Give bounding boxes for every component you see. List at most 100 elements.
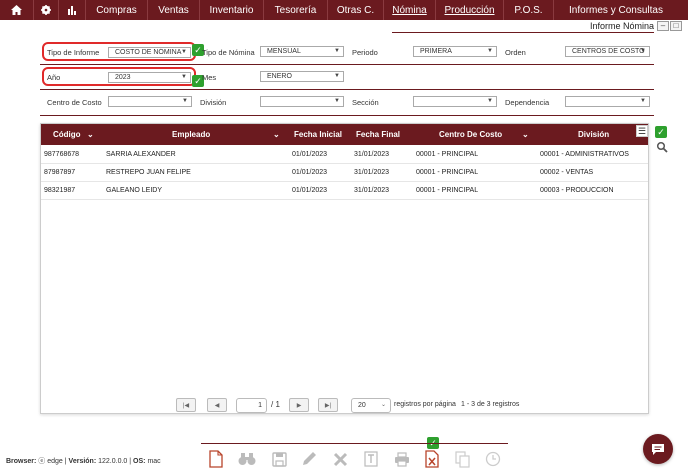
- last-page-button[interactable]: ▶|: [318, 398, 338, 412]
- bar-chart-icon[interactable]: [59, 0, 86, 20]
- tipo-informe-select[interactable]: COSTO DE NÓMINA ▼: [108, 47, 191, 58]
- filter-separator: [40, 115, 654, 116]
- excel-export-icon[interactable]: [423, 449, 441, 469]
- chevron-down-icon: ▼: [334, 73, 340, 79]
- prev-page-button[interactable]: ◀: [207, 398, 227, 412]
- chevron-down-icon: ▼: [181, 74, 187, 80]
- nav-pos[interactable]: P.O.S.: [504, 0, 554, 20]
- division-select[interactable]: ▼: [260, 96, 344, 107]
- chevron-down-icon: ▼: [487, 98, 493, 104]
- next-page-button[interactable]: ▶: [289, 398, 309, 412]
- records-summary: 1 - 3 de 3 registros: [461, 401, 520, 408]
- total-pages: / 1: [271, 400, 280, 409]
- version-value: 122.0.0.0: [98, 458, 128, 465]
- new-document-icon[interactable]: [207, 449, 225, 469]
- col-header-fecha-inicial[interactable]: Fecha Inicial: [294, 124, 342, 145]
- cell-division: 00002 - VENTAS: [540, 169, 594, 176]
- page-size-value: 20: [358, 402, 366, 409]
- cell-centro-costo: 00001 - PRINCIPAL: [416, 151, 479, 158]
- home-icon[interactable]: [0, 0, 34, 20]
- filter-separator: [40, 64, 654, 65]
- tipo-nomina-select[interactable]: MENSUAL ▼: [260, 46, 344, 57]
- cell-centro-costo: 00001 - PRINCIPAL: [416, 169, 479, 176]
- orden-select[interactable]: CENTROS DE COSTO ▼: [565, 46, 650, 57]
- cell-codigo: 987768678: [44, 151, 80, 158]
- nav-nomina-label: Nómina: [392, 4, 427, 16]
- centro-costo-label: Centro de Costo: [47, 98, 102, 107]
- col-header-codigo[interactable]: Código: [53, 124, 81, 145]
- col-header-empleado[interactable]: Empleado: [172, 124, 210, 145]
- chevron-down-icon: ⌄: [380, 402, 386, 408]
- centro-costo-select[interactable]: ▼: [108, 96, 192, 107]
- chevron-down-icon: ▼: [182, 98, 188, 104]
- dependencia-select[interactable]: ▼: [565, 96, 650, 107]
- page-title: Informe Nómina: [589, 21, 654, 31]
- nav-compras[interactable]: Compras: [86, 0, 148, 20]
- os-label: OS:: [133, 458, 146, 465]
- nav-otras-c[interactable]: Otras C.: [328, 0, 384, 20]
- delete-icon[interactable]: [331, 449, 349, 469]
- nav-informes-consultas[interactable]: Informes y Consultas: [554, 0, 678, 20]
- results-grid: Código ⌄ Empleado ⌄ Fecha Inicial Fecha …: [40, 123, 649, 414]
- history-icon[interactable]: [484, 449, 502, 469]
- gear-icon[interactable]: [34, 0, 59, 20]
- periodo-select[interactable]: PRIMERA ▼: [413, 46, 497, 57]
- browser-info: Browser: ⓔ edge | Versión: 122.0.0.0 | O…: [6, 458, 161, 465]
- nav-ventas[interactable]: Ventas: [148, 0, 200, 20]
- pencil-icon[interactable]: [300, 449, 318, 469]
- maximize-button[interactable]: □: [670, 21, 682, 31]
- orden-label: Orden: [505, 48, 526, 57]
- first-page-button[interactable]: |◀: [176, 398, 196, 412]
- filter-separator: [40, 89, 654, 90]
- chevron-down-icon: ▼: [181, 49, 187, 55]
- cell-fecha-inicial: 01/01/2023: [292, 151, 328, 158]
- chevron-down-icon[interactable]: ⌄: [87, 124, 94, 145]
- search-icon[interactable]: [656, 141, 668, 153]
- seccion-select[interactable]: ▼: [413, 96, 497, 107]
- browser-label: Browser:: [6, 458, 37, 465]
- periodo-value: PRIMERA: [420, 48, 452, 55]
- check-icon: ✓: [655, 126, 667, 138]
- tipo-nomina-label: Tipo de Nómina: [202, 48, 255, 57]
- save-icon[interactable]: [270, 449, 288, 469]
- tipo-informe-value: COSTO DE NÓMINA: [115, 49, 182, 56]
- tipo-nomina-value: MENSUAL: [267, 48, 301, 55]
- binoculars-icon[interactable]: [237, 449, 257, 469]
- dependencia-label: Dependencia: [505, 98, 550, 107]
- nav-nomina[interactable]: Nómina: [384, 0, 436, 20]
- toolbar-separator: [201, 443, 508, 444]
- page-input[interactable]: 1: [236, 398, 267, 413]
- mes-value: ENERO: [267, 73, 292, 80]
- page-size-select[interactable]: 20 ⌄: [351, 398, 391, 413]
- top-navbar: Compras Ventas Inventario Tesorería Otra…: [0, 0, 688, 20]
- nav-tesoreria[interactable]: Tesorería: [264, 0, 328, 20]
- version-label: Versión:: [68, 458, 97, 465]
- edge-icon: ⓔ: [38, 458, 46, 465]
- chevron-down-icon[interactable]: ⌄: [273, 124, 280, 145]
- cell-fecha-final: 31/01/2023: [354, 151, 390, 158]
- col-header-division[interactable]: División: [578, 124, 609, 145]
- anio-select[interactable]: 2023 ▼: [108, 72, 191, 83]
- copy-icon[interactable]: [453, 449, 471, 469]
- table-row[interactable]: 987768678 SARRIA ALEXANDER 01/01/2023 31…: [41, 146, 648, 164]
- nav-inventario[interactable]: Inventario: [200, 0, 264, 20]
- division-label: División: [200, 98, 227, 107]
- table-row[interactable]: 87987897 RESTREPO JUAN FELIPE 01/01/2023…: [41, 164, 648, 182]
- cell-empleado: GALEANO LEIDY: [106, 187, 163, 194]
- nav-produccion[interactable]: Producción: [436, 0, 504, 20]
- minimize-button[interactable]: –: [657, 21, 669, 31]
- chevron-down-icon: ▼: [334, 48, 340, 54]
- col-header-centro-costo[interactable]: Centro De Costo: [439, 124, 502, 145]
- column-menu-icon[interactable]: ☰: [636, 125, 648, 137]
- mes-select[interactable]: ENERO ▼: [260, 71, 344, 82]
- table-row[interactable]: 98321987 GALEANO LEIDY 01/01/2023 31/01/…: [41, 182, 648, 200]
- nav-produccion-label: Producción: [444, 4, 495, 16]
- chevron-down-icon: ▼: [640, 98, 646, 104]
- chevron-down-icon[interactable]: ⌄: [522, 124, 529, 145]
- print-icon[interactable]: [393, 449, 411, 469]
- browser-value: edge: [47, 458, 63, 465]
- col-header-fecha-final[interactable]: Fecha Final: [356, 124, 400, 145]
- mes-label: Mes: [202, 73, 217, 82]
- chat-button[interactable]: [643, 434, 673, 464]
- text-icon[interactable]: [362, 449, 380, 469]
